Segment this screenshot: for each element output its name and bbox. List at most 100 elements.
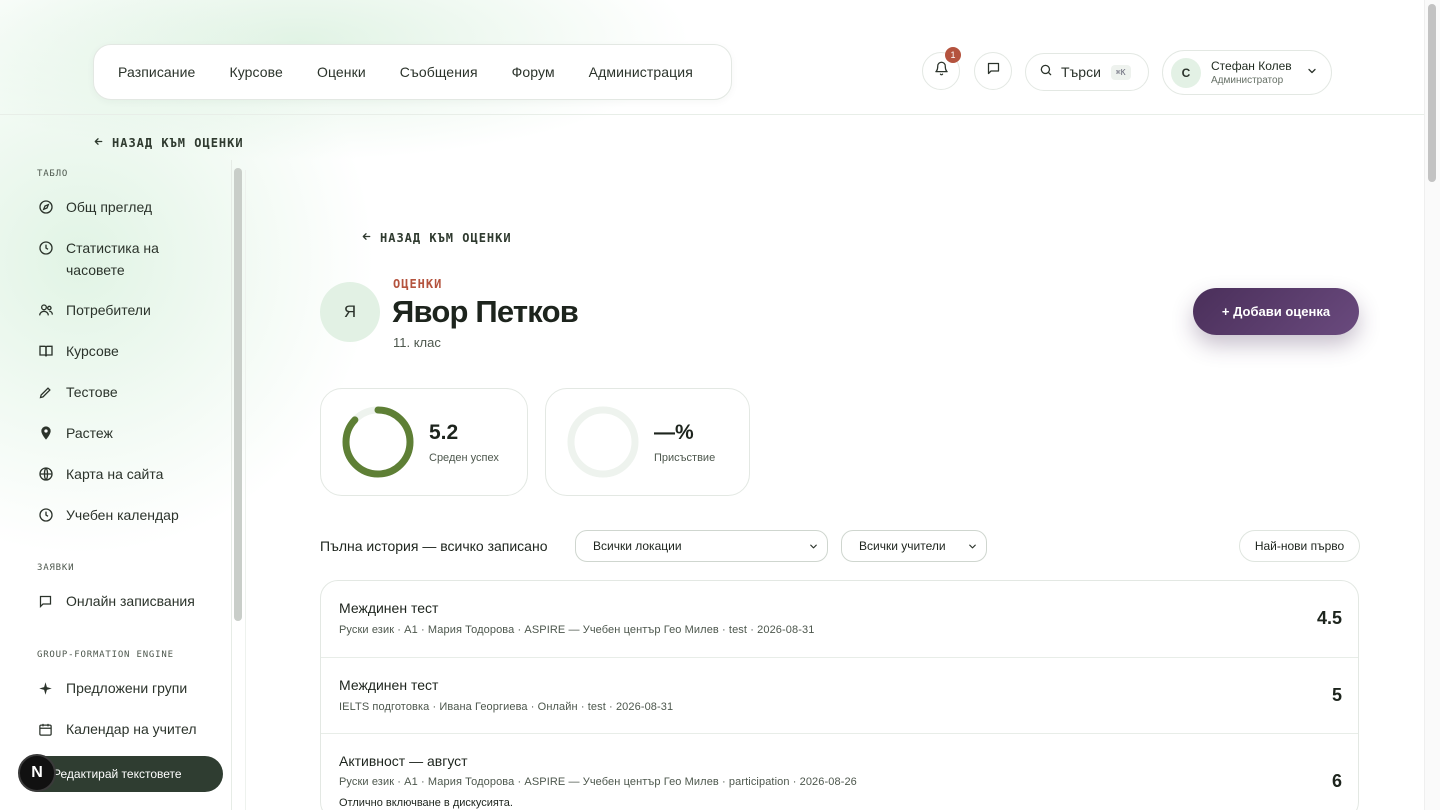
sidebar-section-engine: GROUP-FORMATION ENGINE	[37, 650, 174, 660]
sidebar-item-label: Потребители	[66, 302, 151, 318]
users-icon	[37, 299, 54, 321]
student-avatar: Я	[320, 282, 380, 342]
average-stat-card: 5.2 Среден успех	[320, 388, 528, 496]
sort-button[interactable]: Най-нови първо	[1239, 530, 1360, 562]
nav-item-forum[interactable]: Форум	[512, 64, 555, 80]
attendance-progress-ring	[567, 406, 639, 478]
sidebar-item-academic-calendar[interactable]: Учебен календар	[37, 504, 179, 526]
sidebar-item-tests[interactable]: Тестове	[37, 381, 118, 403]
list-item[interactable]: Междинен тест IELTS подготовка · Ивана Г…	[321, 658, 1358, 734]
record-title: Междинен тест	[339, 677, 439, 693]
average-label: Среден успех	[429, 451, 499, 464]
sidebar-section-dashboard: ТАБЛО	[37, 169, 69, 179]
nav-item-admin[interactable]: Администрация	[589, 64, 693, 80]
average-value: 5.2	[429, 420, 459, 444]
notifications-badge: 1	[945, 47, 961, 63]
location-select-value: Всички локации	[593, 539, 682, 553]
sparkle-icon	[37, 677, 54, 699]
chevron-down-icon	[1306, 64, 1318, 82]
avatar: С	[1171, 57, 1201, 88]
chat-icon	[986, 61, 1001, 81]
sidebar-item-overview[interactable]: Общ преглед	[37, 196, 152, 218]
record-grade: 5	[1331, 685, 1342, 705]
notifications-button[interactable]: 1	[922, 47, 961, 90]
attendance-label: Присъствие	[654, 451, 716, 464]
sidebar-item-users[interactable]: Потребители	[37, 299, 151, 321]
back-link-label: НАЗАД КЪМ ОЦЕНКИ	[112, 136, 244, 150]
calendar-icon	[37, 718, 54, 740]
average-progress-ring	[342, 406, 414, 478]
search-label: Търси	[1061, 64, 1101, 80]
pin-icon	[37, 422, 54, 444]
page-title: Явор Петков	[392, 294, 579, 329]
sidebar-item-label: Статистика на часовете	[66, 240, 159, 278]
back-to-grades-link-top[interactable]: НАЗАД КЪМ ОЦЕНКИ	[93, 136, 244, 150]
user-role: Администратор	[1211, 75, 1284, 86]
chevron-down-icon	[808, 541, 819, 555]
messages-button[interactable]	[974, 52, 1012, 90]
record-title: Активност — август	[339, 753, 468, 769]
page-eyebrow: ОЦЕНКИ	[393, 277, 443, 291]
sidebar-item-label: Карта на сайта	[66, 466, 164, 482]
arrow-left-icon	[361, 231, 372, 245]
sidebar-item-label: Тестове	[66, 384, 118, 400]
add-grade-button[interactable]: + Добави оценка	[1193, 288, 1359, 335]
dev-tools-badge[interactable]: N	[18, 754, 56, 792]
nav-item-courses[interactable]: Курсове	[229, 64, 283, 80]
chevron-down-icon	[967, 541, 978, 555]
sidebar-item-label: Предложени групи	[66, 680, 188, 696]
sidebar-item-hours-stats[interactable]: Статистика на часовете	[37, 237, 217, 281]
sidebar-item-online-enrollments[interactable]: Онлайн записвания	[37, 590, 195, 612]
sidebar-item-courses[interactable]: Курсове	[37, 340, 119, 362]
bell-icon	[934, 61, 949, 81]
nav-item-schedule[interactable]: Разписание	[118, 64, 195, 80]
sidebar-item-suggested-groups[interactable]: Предложени групи	[37, 677, 187, 699]
book-icon	[37, 340, 54, 362]
sidebar-item-label: Онлайн записвания	[66, 593, 195, 609]
list-item[interactable]: Междинен тест Руски език · A1 · Мария То…	[321, 581, 1358, 658]
nav-item-messages[interactable]: Съобщения	[400, 64, 478, 80]
user-name: Стефан Колев	[1211, 59, 1292, 73]
user-info: Стефан Колев Администратор	[1211, 59, 1292, 86]
sidebar-item-label: Растеж	[66, 425, 113, 441]
location-select[interactable]: Всички локации	[575, 530, 828, 562]
user-menu[interactable]: С Стефан Колев Администратор	[1162, 50, 1332, 95]
sidebar-item-growth[interactable]: Растеж	[37, 422, 113, 444]
search-button[interactable]: Търси ⌘K	[1025, 53, 1149, 91]
pencil-icon	[37, 381, 54, 403]
teacher-select[interactable]: Всички учители	[841, 530, 987, 562]
main-nav: Разписание Курсове Оценки Съобщения Фору…	[93, 44, 732, 100]
record-title: Междинен тест	[339, 600, 439, 616]
sidebar-item-label: Учебен календар	[66, 507, 179, 523]
page-scrollbar-thumb[interactable]	[1428, 4, 1436, 182]
record-meta: Руски език · A1 · Мария Тодорова · ASPIR…	[339, 776, 857, 788]
search-icon	[1039, 63, 1053, 82]
nav-item-grades[interactable]: Оценки	[317, 64, 366, 80]
filters-row: Пълна история — всичко записано Всички л…	[320, 530, 1360, 562]
history-title: Пълна история — всичко записано	[320, 538, 548, 554]
record-grade: 6	[1331, 771, 1342, 791]
globe-icon	[37, 463, 54, 485]
attendance-value: —%	[654, 420, 694, 444]
arrow-left-icon	[93, 136, 104, 150]
sidebar-item-label: Общ преглед	[66, 199, 153, 215]
sidebar-item-teacher-calendar[interactable]: Календар на учител	[37, 718, 197, 740]
list-item[interactable]: Активност — август Руски език · A1 · Мар…	[321, 734, 1358, 810]
record-meta: Руски език · A1 · Мария Тодорова · ASPIR…	[339, 624, 815, 636]
record-meta: IELTS подготовка · Ивана Георгиева · Онл…	[339, 701, 674, 713]
sidebar-section-requests: ЗАЯВКИ	[37, 563, 75, 573]
record-grade: 4.5	[1316, 608, 1342, 628]
student-class: 11. клас	[393, 335, 441, 350]
chat-icon	[37, 590, 54, 612]
back-link-label: НАЗАД КЪМ ОЦЕНКИ	[380, 231, 512, 245]
sidebar-item-label: Курсове	[66, 343, 119, 359]
top-bar: Разписание Курсове Оценки Съобщения Фору…	[0, 0, 1424, 115]
record-note: Отлично включване в дискусията.	[339, 797, 513, 809]
sidebar-item-label: Календар на учител	[66, 721, 197, 737]
sidebar-item-sitemap[interactable]: Карта на сайта	[37, 463, 163, 485]
sidebar: ТАБЛО Общ преглед Статистика на часовете…	[0, 160, 232, 810]
attendance-stat-card: —% Присъствие	[545, 388, 750, 496]
compass-icon	[37, 196, 54, 218]
back-to-grades-link[interactable]: НАЗАД КЪМ ОЦЕНКИ	[361, 231, 512, 245]
search-shortcut: ⌘K	[1110, 64, 1131, 80]
